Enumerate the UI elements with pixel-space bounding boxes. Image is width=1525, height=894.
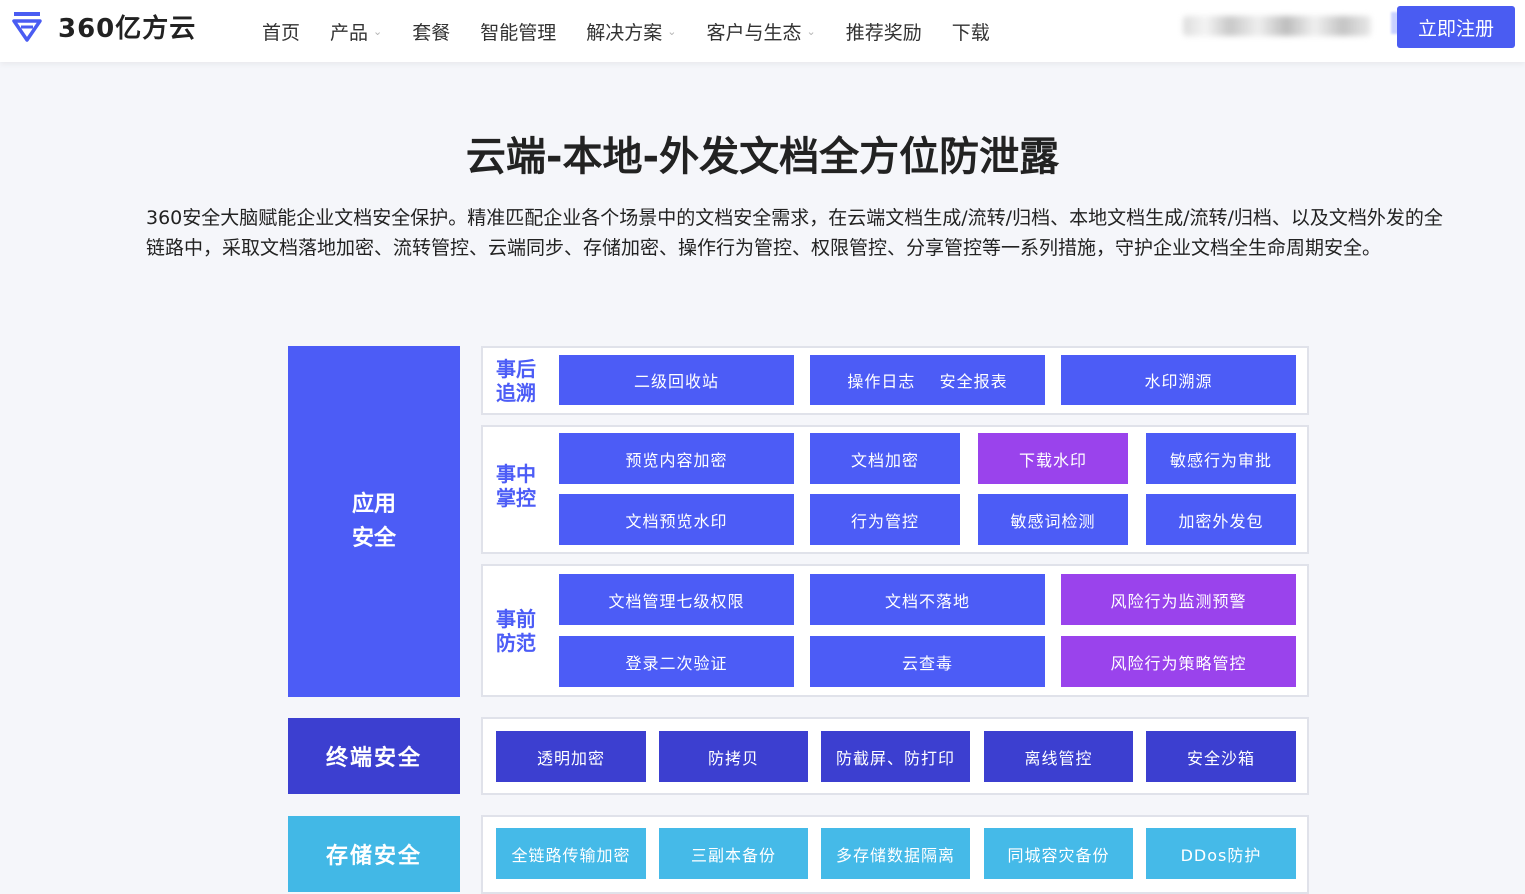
stage-line: 掌控 [496,486,536,510]
stage-line: 事前 [496,607,536,631]
feature-cell: 离线管控 [984,731,1133,782]
nav-item-products[interactable]: 产品 ⌄ [330,18,382,45]
app-security-block: 应用 安全 [288,346,460,697]
feature-cell: 登录二次验证 [559,636,794,687]
feature-cell: 加密外发包 [1146,494,1296,545]
feature-cell: 预览内容加密 [559,433,794,484]
nav-item-home[interactable]: 首页 [262,18,300,45]
feature-cell: 行为管控 [810,494,960,545]
feature-cell: 多存储数据隔离 [821,828,970,879]
feature-cell: 文档预览水印 [559,494,794,545]
feature-cell: 文档加密 [810,433,960,484]
cloud-logo-icon [12,11,42,42]
stage-line: 事中 [496,462,536,486]
feature-cell: 透明加密 [496,731,646,782]
feature-cell: 下载水印 [978,433,1128,484]
app-security-line2: 安全 [351,525,396,551]
feature-cell: 敏感词检测 [978,494,1128,545]
nav-label: 套餐 [412,22,451,44]
nav-label: 产品 [330,22,369,44]
page-description: 360安全大脑赋能企业文档安全保护。精准匹配企业各个场景中的文档安全需求，在云端… [146,207,1443,259]
nav-label: 解决方案 [586,22,663,44]
feature-cell: 文档不落地 [810,574,1045,625]
nav-label: 推荐奖励 [845,22,922,44]
chevron-down-icon: ⌄ [667,25,677,38]
nav-item-customers[interactable]: 客户与生态 ⌄ [707,18,816,45]
stage-after-label: 事后 追溯 [496,357,540,405]
stage-before-label: 事前 防范 [496,607,540,655]
feature-cell: 敏感行为审批 [1146,433,1296,484]
nav-item-solutions[interactable]: 解决方案 ⌄ [586,18,676,45]
nav-label: 智能管理 [480,22,557,44]
storage-security-block: 存储安全 [288,816,460,892]
register-button[interactable]: 立即注册 [1397,6,1515,48]
logo[interactable]: 360亿方云 [10,8,196,45]
main-nav: 首页 产品 ⌄ 套餐 智能管理 解决方案 ⌄ 客户与生态 ⌄ 推荐奖励 下载 [262,18,1020,45]
nav-label: 客户与生态 [706,22,802,44]
feature-cell: 风险行为策略管控 [1061,636,1296,687]
page-title: 云端-本地-外发文档全方位防泄露 [465,134,1060,180]
feature-cell: 风险行为监测预警 [1061,574,1296,625]
chevron-down-icon: ⌄ [806,25,816,38]
feature-cell: 安全沙箱 [1146,731,1296,782]
feature-cell: 二级回收站 [559,355,794,405]
app-security-line1: 应用 [351,491,396,517]
feature-cell: 同城容灾备份 [984,828,1133,879]
feature-cell: 云查毒 [810,636,1045,687]
feature-cell: 文档管理七级权限 [559,574,794,625]
nav-label: 首页 [262,22,301,44]
nav-item-download[interactable]: 下载 [952,18,990,45]
nav-item-smart-management[interactable]: 智能管理 [480,18,556,45]
feature-cell: 全链路传输加密 [496,828,646,879]
feature-cell: 操作日志 安全报表 [810,355,1045,405]
blurred-user-info [1183,16,1371,36]
stage-line: 防范 [496,631,536,655]
terminal-security-block: 终端安全 [288,718,460,794]
feature-cell: 水印溯源 [1061,355,1296,405]
feature-cell: 防截屏、防打印 [821,731,970,782]
nav-label: 下载 [951,22,990,44]
stage-during-label: 事中 掌控 [496,462,540,510]
feature-cell: 三副本备份 [659,828,808,879]
nav-item-plans[interactable]: 套餐 [412,18,450,45]
top-header: 360亿方云 首页 产品 ⌄ 套餐 智能管理 解决方案 ⌄ 客户与生态 ⌄ 推荐奖励 … [0,0,1525,62]
nav-item-referral[interactable]: 推荐奖励 [846,18,922,45]
chevron-down-icon: ⌄ [373,25,383,38]
feature-cell: 防拷贝 [659,731,808,782]
stage-line: 追溯 [496,381,536,405]
stage-line: 事后 [496,357,536,381]
brand-name: 360亿方云 [58,14,197,44]
feature-cell: DDos防护 [1146,828,1296,879]
